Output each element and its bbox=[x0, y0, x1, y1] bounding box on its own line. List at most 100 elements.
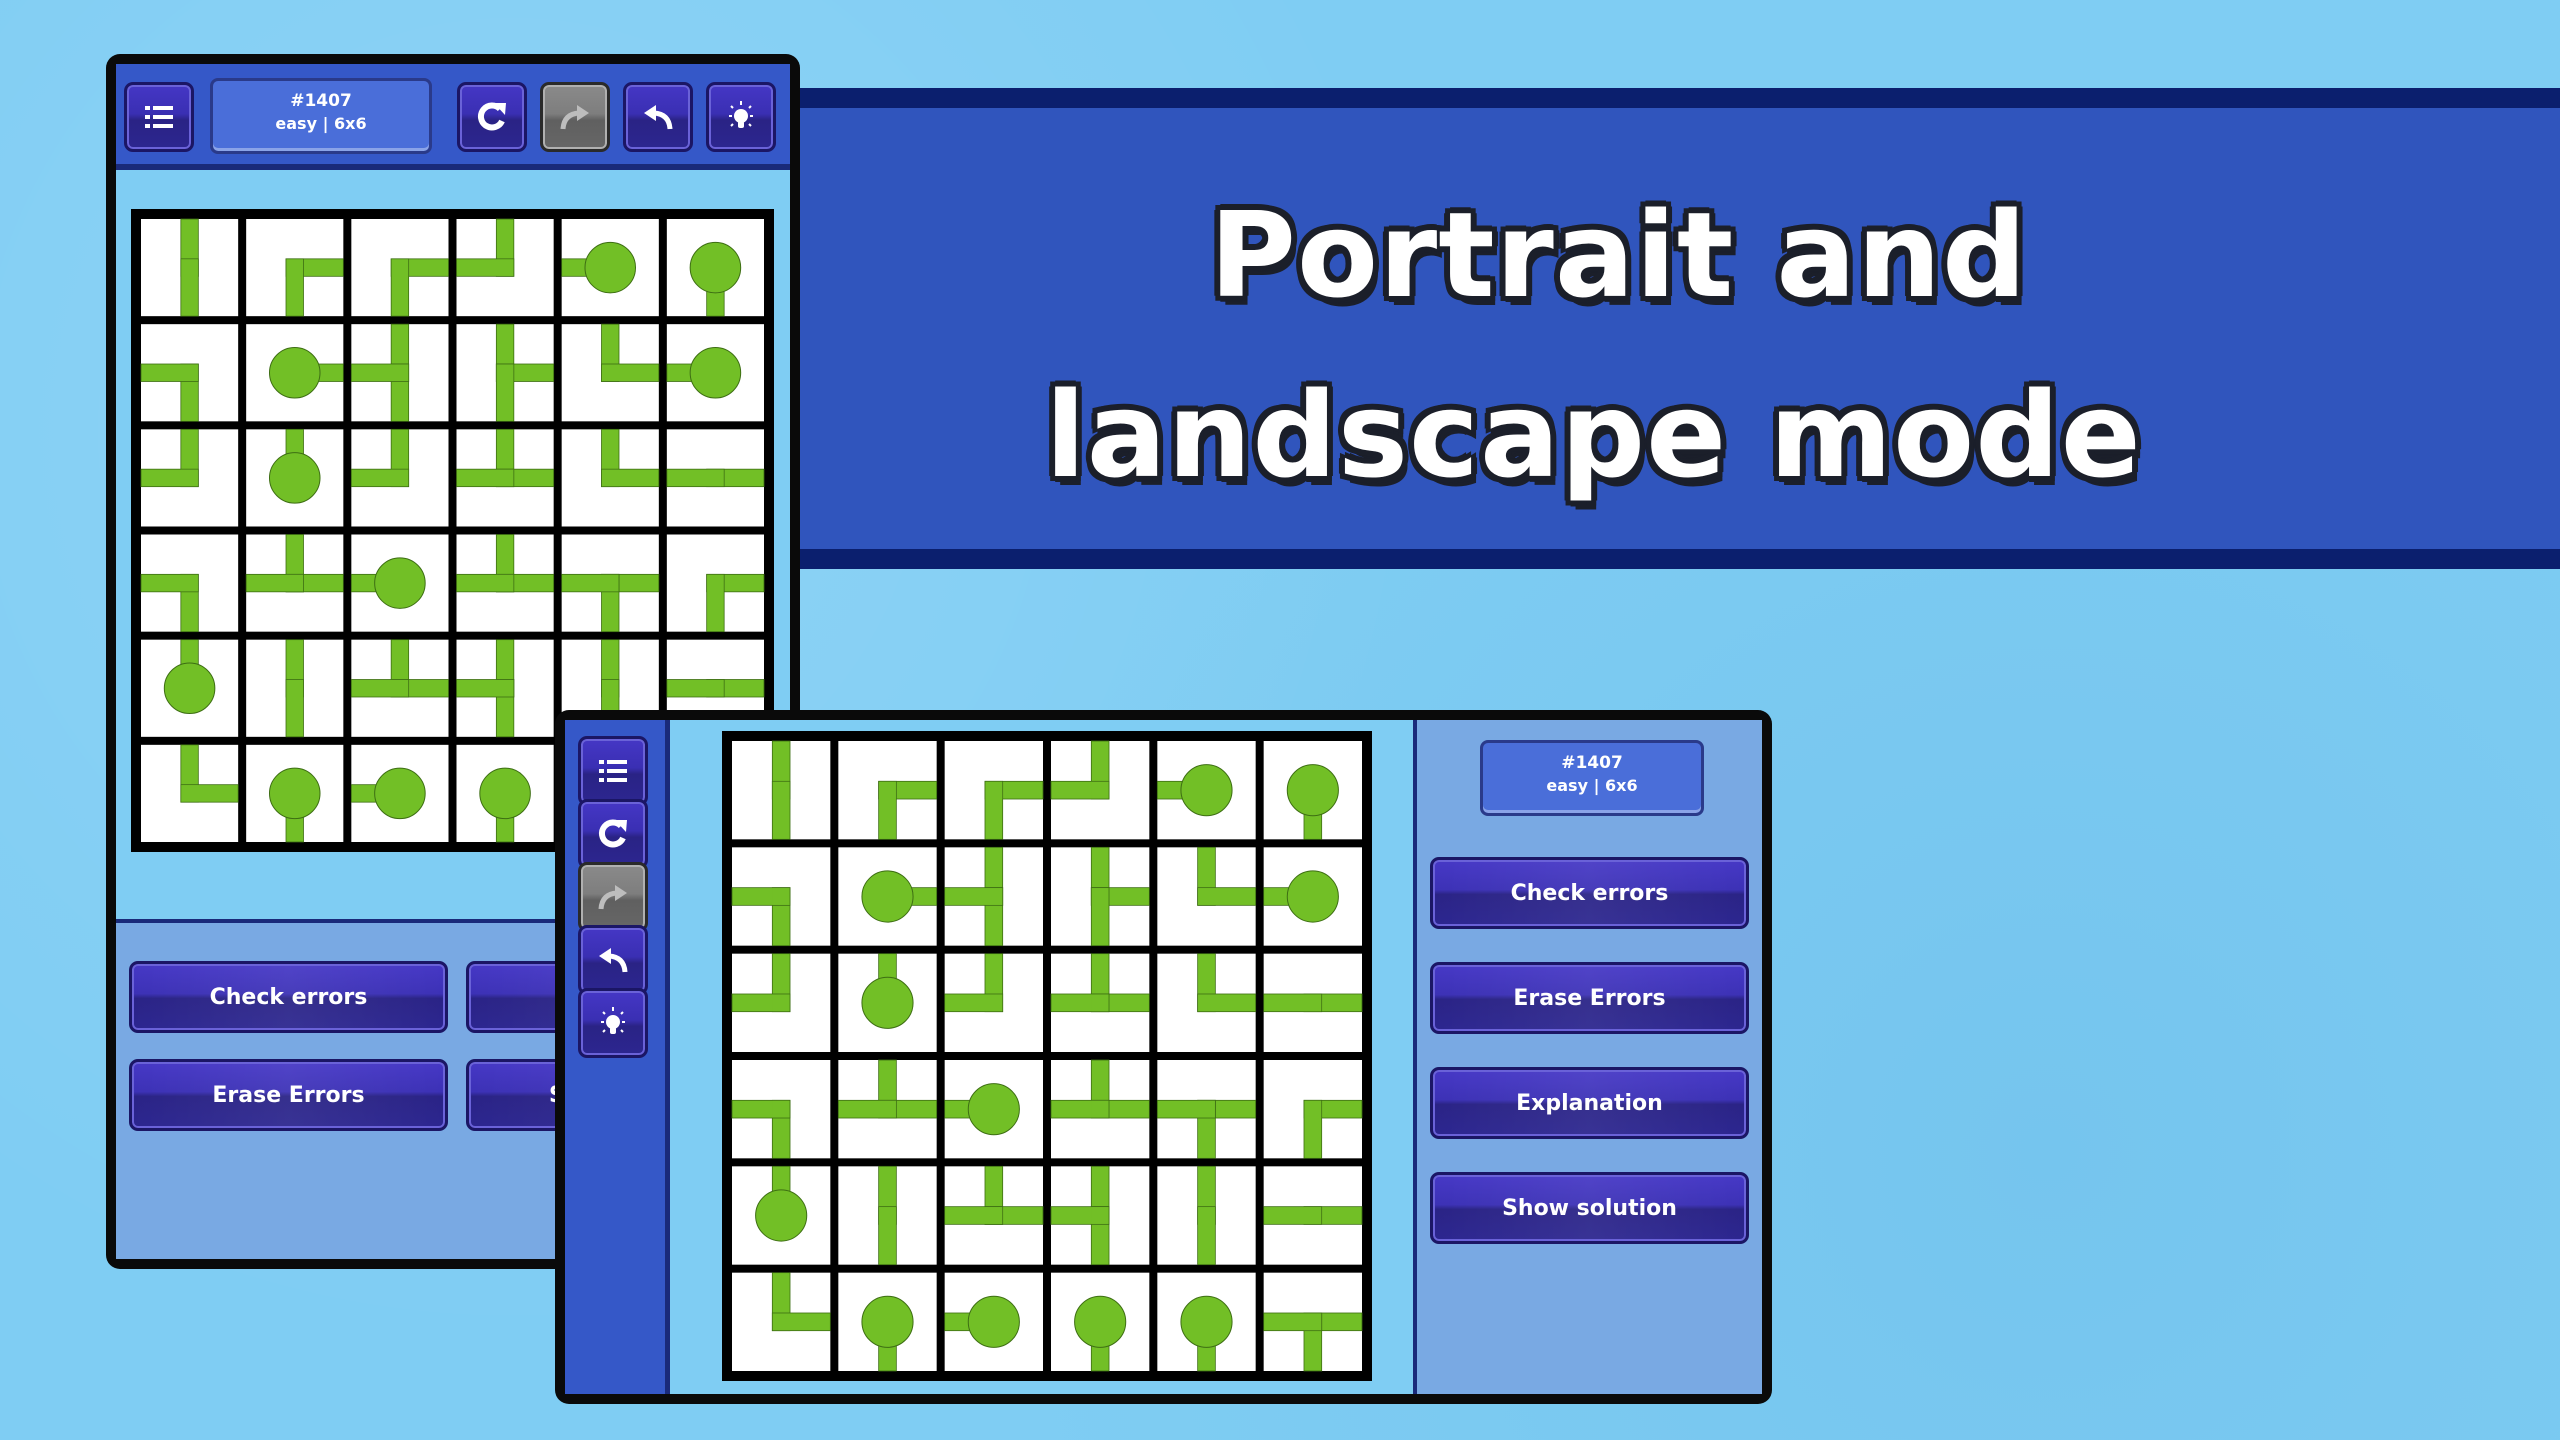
grid-tile[interactable] bbox=[944, 1272, 1043, 1371]
grid-tile[interactable] bbox=[1050, 953, 1150, 1052]
landscape-redo-button[interactable] bbox=[578, 862, 648, 932]
grid-tile[interactable] bbox=[1263, 847, 1362, 946]
grid-tile[interactable] bbox=[1263, 1272, 1363, 1372]
grid-tile[interactable] bbox=[1157, 846, 1257, 946]
grid-tile[interactable] bbox=[838, 741, 938, 840]
show-solution-button[interactable]: Show solution bbox=[1430, 1172, 1749, 1244]
grid-tile[interactable] bbox=[140, 324, 239, 422]
grid-tile[interactable] bbox=[141, 639, 239, 737]
grid-tile[interactable] bbox=[561, 428, 660, 527]
pipe-endpoint bbox=[1286, 870, 1339, 923]
landscape-grid-svg bbox=[731, 740, 1363, 1372]
grid-tile[interactable] bbox=[1156, 741, 1256, 840]
erase-errors-button[interactable]: Erase Errors bbox=[1430, 962, 1749, 1034]
grid-tile[interactable] bbox=[838, 953, 937, 1052]
grid-tile[interactable] bbox=[666, 219, 764, 317]
pipe-endpoint bbox=[584, 241, 637, 294]
grid-tile[interactable] bbox=[732, 1272, 831, 1371]
grid-tile[interactable] bbox=[456, 534, 555, 632]
grid-tile[interactable] bbox=[1050, 740, 1150, 840]
grid-tile[interactable] bbox=[456, 744, 554, 843]
grid-tile[interactable] bbox=[350, 428, 449, 527]
portrait-redo-button[interactable] bbox=[540, 82, 610, 152]
portrait-erase-errors-button[interactable]: Erase Errors bbox=[129, 1059, 448, 1131]
pipe-endpoint bbox=[268, 767, 321, 820]
landscape-undo-button[interactable] bbox=[578, 925, 648, 995]
check-errors-button[interactable]: Check errors bbox=[1430, 857, 1749, 929]
grid-tile[interactable] bbox=[732, 1165, 831, 1265]
grid-tile[interactable] bbox=[141, 744, 239, 842]
grid-tile[interactable] bbox=[561, 323, 660, 422]
pipe-joint bbox=[1198, 888, 1215, 905]
pipe-joint bbox=[602, 680, 619, 697]
grid-tile[interactable] bbox=[944, 1060, 1043, 1159]
grid-tile[interactable] bbox=[666, 324, 764, 422]
grid-tile[interactable] bbox=[140, 428, 239, 527]
pipe-endpoint bbox=[861, 976, 914, 1029]
grid-tile[interactable] bbox=[1156, 1060, 1257, 1159]
portrait-menu-button[interactable] bbox=[124, 82, 194, 152]
grid-tile[interactable] bbox=[944, 953, 1043, 1052]
grid-tile[interactable] bbox=[1050, 1165, 1150, 1266]
pipe-endpoint bbox=[163, 662, 216, 715]
grid-tile[interactable] bbox=[1051, 1272, 1150, 1372]
grid-tile[interactable] bbox=[246, 639, 344, 738]
grid-tile[interactable] bbox=[1157, 1272, 1256, 1372]
grid-tile[interactable] bbox=[245, 534, 344, 632]
grid-tile[interactable] bbox=[350, 323, 449, 422]
grid-tile[interactable] bbox=[944, 1165, 1044, 1265]
grid-tile[interactable] bbox=[246, 324, 344, 422]
puzzle-number: #1407 bbox=[290, 91, 352, 111]
grid-tile[interactable] bbox=[246, 744, 344, 843]
grid-tile[interactable] bbox=[731, 847, 831, 947]
grid-tile[interactable] bbox=[246, 428, 344, 527]
grid-tile[interactable] bbox=[731, 953, 831, 1052]
grid-tile[interactable] bbox=[140, 534, 239, 633]
grid-tile[interactable] bbox=[944, 741, 1044, 840]
grid-tile[interactable] bbox=[350, 639, 449, 737]
grid-tile[interactable] bbox=[1050, 1059, 1150, 1159]
portrait-hint-button[interactable] bbox=[706, 82, 776, 152]
grid-tile[interactable] bbox=[351, 219, 449, 317]
pipe-endpoint bbox=[967, 1295, 1020, 1348]
grid-tile[interactable] bbox=[1263, 953, 1363, 1052]
grid-tile[interactable] bbox=[456, 218, 554, 317]
grid-tile[interactable] bbox=[944, 846, 1043, 947]
menu-icon bbox=[145, 106, 173, 128]
portrait-undo-button[interactable] bbox=[623, 82, 693, 152]
grid-tile[interactable] bbox=[456, 428, 555, 527]
grid-tile[interactable] bbox=[1263, 1060, 1363, 1159]
grid-tile[interactable] bbox=[1051, 846, 1150, 947]
grid-tile[interactable] bbox=[666, 429, 765, 527]
grid-tile[interactable] bbox=[838, 1272, 937, 1372]
grid-tile[interactable] bbox=[456, 639, 554, 738]
pipe-joint bbox=[286, 680, 303, 697]
grid-tile[interactable] bbox=[1157, 953, 1257, 1052]
portrait-check-errors-button[interactable]: Check errors bbox=[129, 961, 448, 1033]
pipe-joint bbox=[879, 1207, 896, 1224]
portrait-restart-button[interactable] bbox=[457, 82, 527, 152]
grid-tile[interactable] bbox=[837, 1059, 938, 1159]
grid-tile[interactable] bbox=[1157, 1165, 1256, 1266]
grid-tile[interactable] bbox=[350, 534, 449, 632]
pipe-joint bbox=[985, 994, 1003, 1012]
landscape-puzzle-badge: #1407 easy | 6x6 bbox=[1480, 740, 1704, 816]
pipe-endpoint bbox=[689, 346, 742, 399]
grid-tile[interactable] bbox=[561, 534, 660, 633]
grid-tile[interactable] bbox=[141, 218, 239, 317]
grid-tile[interactable] bbox=[838, 847, 938, 946]
landscape-hint-button[interactable] bbox=[578, 988, 648, 1058]
landscape-menu-button[interactable] bbox=[578, 736, 648, 806]
grid-tile[interactable] bbox=[561, 219, 659, 317]
grid-tile[interactable] bbox=[1263, 1166, 1363, 1265]
explanation-button[interactable]: Explanation bbox=[1430, 1067, 1749, 1139]
grid-tile[interactable] bbox=[666, 534, 765, 633]
grid-tile[interactable] bbox=[731, 1060, 831, 1159]
landscape-restart-button[interactable] bbox=[578, 799, 648, 869]
grid-tile[interactable] bbox=[246, 219, 344, 317]
grid-tile[interactable] bbox=[838, 1165, 937, 1266]
grid-tile[interactable] bbox=[456, 323, 555, 422]
grid-tile[interactable] bbox=[732, 740, 831, 840]
grid-tile[interactable] bbox=[350, 744, 449, 842]
grid-tile[interactable] bbox=[1263, 741, 1362, 840]
